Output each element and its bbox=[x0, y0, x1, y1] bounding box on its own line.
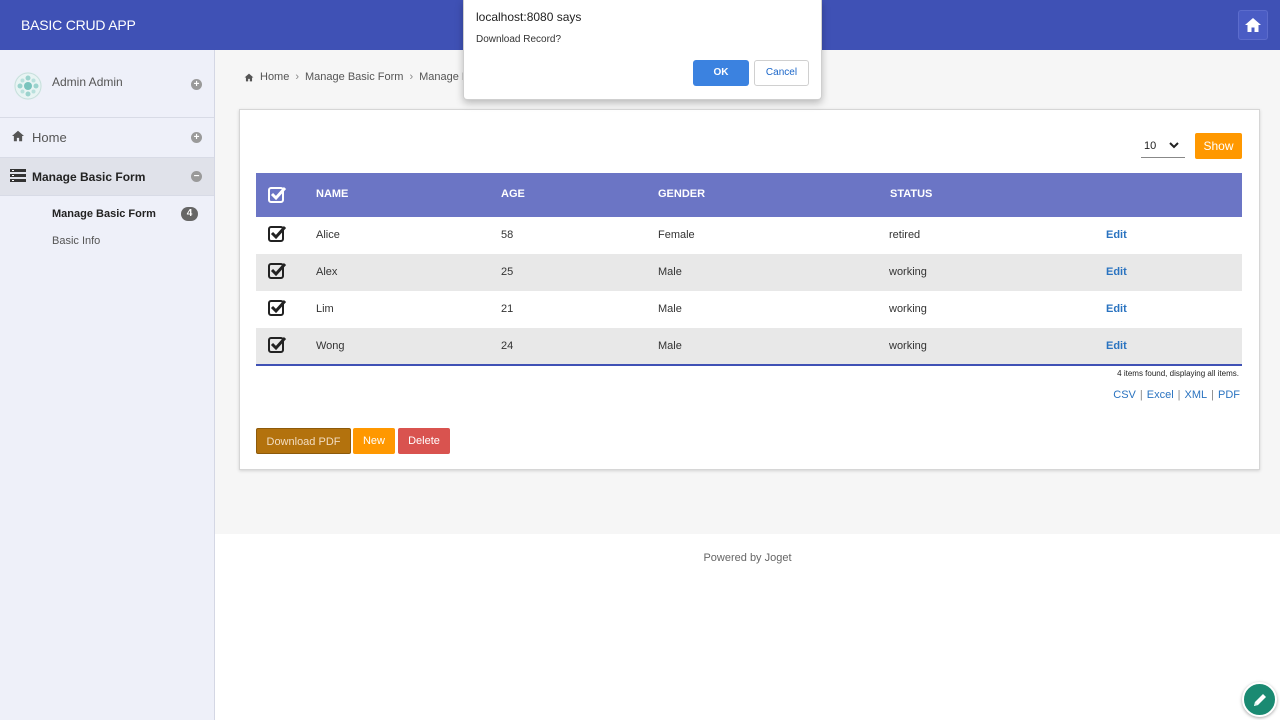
page-size-select[interactable]: 10 bbox=[1141, 134, 1185, 158]
delete-button[interactable]: Delete bbox=[398, 428, 450, 454]
home-icon bbox=[244, 73, 254, 81]
cell-name: Alex bbox=[316, 266, 338, 278]
cell-gender: Female bbox=[658, 229, 695, 241]
sidebar-item-label: Manage Basic Form bbox=[32, 170, 146, 184]
app-title[interactable]: BASIC CRUD APP bbox=[21, 17, 136, 33]
cancel-button[interactable]: Cancel bbox=[754, 60, 809, 86]
chevron-down-icon bbox=[1169, 142, 1179, 149]
breadcrumb-manage-basic-form[interactable]: Manage Basic Form bbox=[305, 71, 403, 83]
cell-status: working bbox=[889, 303, 927, 315]
show-button[interactable]: Show bbox=[1195, 133, 1242, 159]
table-row: Lim 21 Male working Edit bbox=[256, 291, 1242, 328]
cell-name: Wong bbox=[316, 340, 345, 352]
breadcrumb-home[interactable]: Home bbox=[260, 71, 289, 83]
edit-link[interactable]: Edit bbox=[1106, 229, 1127, 241]
confirm-dialog: localhost:8080 says Download Record? OK … bbox=[463, 0, 822, 100]
export-links: CSV | Excel | XML | PDF bbox=[1113, 389, 1240, 401]
profile-name[interactable]: Admin Admin bbox=[52, 75, 123, 89]
cell-age: 21 bbox=[501, 303, 514, 315]
collapse-minus-icon[interactable]: − bbox=[191, 171, 202, 182]
edit-link[interactable]: Edit bbox=[1106, 266, 1127, 278]
edit-link[interactable]: Edit bbox=[1106, 303, 1127, 315]
ok-button[interactable]: OK bbox=[693, 60, 749, 86]
cell-age: 58 bbox=[501, 229, 514, 241]
column-header-name[interactable]: NAME bbox=[316, 188, 348, 200]
export-pdf-link[interactable]: PDF bbox=[1218, 389, 1240, 401]
cell-gender: Male bbox=[658, 340, 682, 352]
cell-gender: Male bbox=[658, 303, 682, 315]
footer: Powered by Joget bbox=[215, 534, 1280, 720]
user-profile[interactable]: Admin Admin + bbox=[0, 50, 214, 118]
count-badge: 4 bbox=[181, 207, 198, 221]
row-checkbox-icon[interactable] bbox=[268, 336, 287, 353]
cell-status: working bbox=[889, 340, 927, 352]
download-pdf-button[interactable]: Download PDF bbox=[256, 428, 351, 454]
cell-gender: Male bbox=[658, 266, 682, 278]
column-header-status[interactable]: STATUS bbox=[890, 188, 932, 200]
row-checkbox-icon[interactable] bbox=[268, 225, 287, 242]
sidebar-subitem-manage-basic-form[interactable]: Manage Basic Form bbox=[52, 208, 156, 220]
items-found-text: 4 items found, displaying all items. bbox=[1117, 369, 1239, 378]
row-checkbox-icon[interactable] bbox=[268, 299, 287, 316]
export-xml-link[interactable]: XML bbox=[1185, 389, 1208, 401]
home-button[interactable] bbox=[1238, 10, 1268, 40]
footer-text: Powered by Joget bbox=[703, 552, 792, 564]
cell-age: 25 bbox=[501, 266, 514, 278]
table-header: NAME AGE GENDER STATUS bbox=[256, 173, 1242, 217]
cell-age: 24 bbox=[501, 340, 514, 352]
sidebar: Admin Admin + Home + Manage Basic Form −… bbox=[0, 50, 215, 720]
avatar bbox=[14, 72, 42, 100]
list-icon bbox=[10, 169, 26, 182]
select-all-checkbox-icon[interactable] bbox=[268, 186, 287, 203]
pencil-icon bbox=[1253, 693, 1266, 706]
expand-plus-icon[interactable]: + bbox=[191, 132, 202, 143]
row-checkbox-icon[interactable] bbox=[268, 262, 287, 279]
breadcrumb-current: Manage B bbox=[419, 71, 470, 83]
column-header-gender[interactable]: GENDER bbox=[658, 188, 705, 200]
home-icon bbox=[12, 130, 24, 142]
home-icon bbox=[1245, 18, 1261, 32]
export-excel-link[interactable]: Excel bbox=[1147, 389, 1174, 401]
cell-status: retired bbox=[889, 229, 921, 241]
sidebar-item-manage-basic-form[interactable]: Manage Basic Form − bbox=[0, 158, 214, 196]
table-row: Alex 25 Male working Edit bbox=[256, 254, 1242, 291]
floating-edit-button[interactable] bbox=[1242, 682, 1277, 717]
breadcrumb: Home › Manage Basic Form › Manage B bbox=[244, 71, 469, 83]
cell-name: Alice bbox=[316, 229, 340, 241]
export-csv-link[interactable]: CSV bbox=[1113, 389, 1136, 401]
sidebar-item-home[interactable]: Home + bbox=[0, 118, 214, 158]
chevron-right-icon: › bbox=[409, 71, 414, 83]
dialog-message: Download Record? bbox=[476, 34, 562, 45]
cell-name: Lim bbox=[316, 303, 334, 315]
table-row: Wong 24 Male working Edit bbox=[256, 328, 1242, 365]
expand-plus-icon[interactable]: + bbox=[191, 79, 202, 90]
column-header-age[interactable]: AGE bbox=[501, 188, 525, 200]
table-divider bbox=[256, 364, 1242, 366]
chevron-right-icon: › bbox=[295, 71, 300, 83]
edit-link[interactable]: Edit bbox=[1106, 340, 1127, 352]
page-size-value: 10 bbox=[1144, 139, 1157, 152]
sidebar-item-label: Home bbox=[32, 130, 67, 145]
cell-status: working bbox=[889, 266, 927, 278]
new-button[interactable]: New bbox=[353, 428, 395, 454]
dialog-title: localhost:8080 says bbox=[476, 10, 582, 24]
sidebar-subitem-basic-info[interactable]: Basic Info bbox=[52, 235, 100, 247]
table-row: Alice 58 Female retired Edit bbox=[256, 217, 1242, 254]
